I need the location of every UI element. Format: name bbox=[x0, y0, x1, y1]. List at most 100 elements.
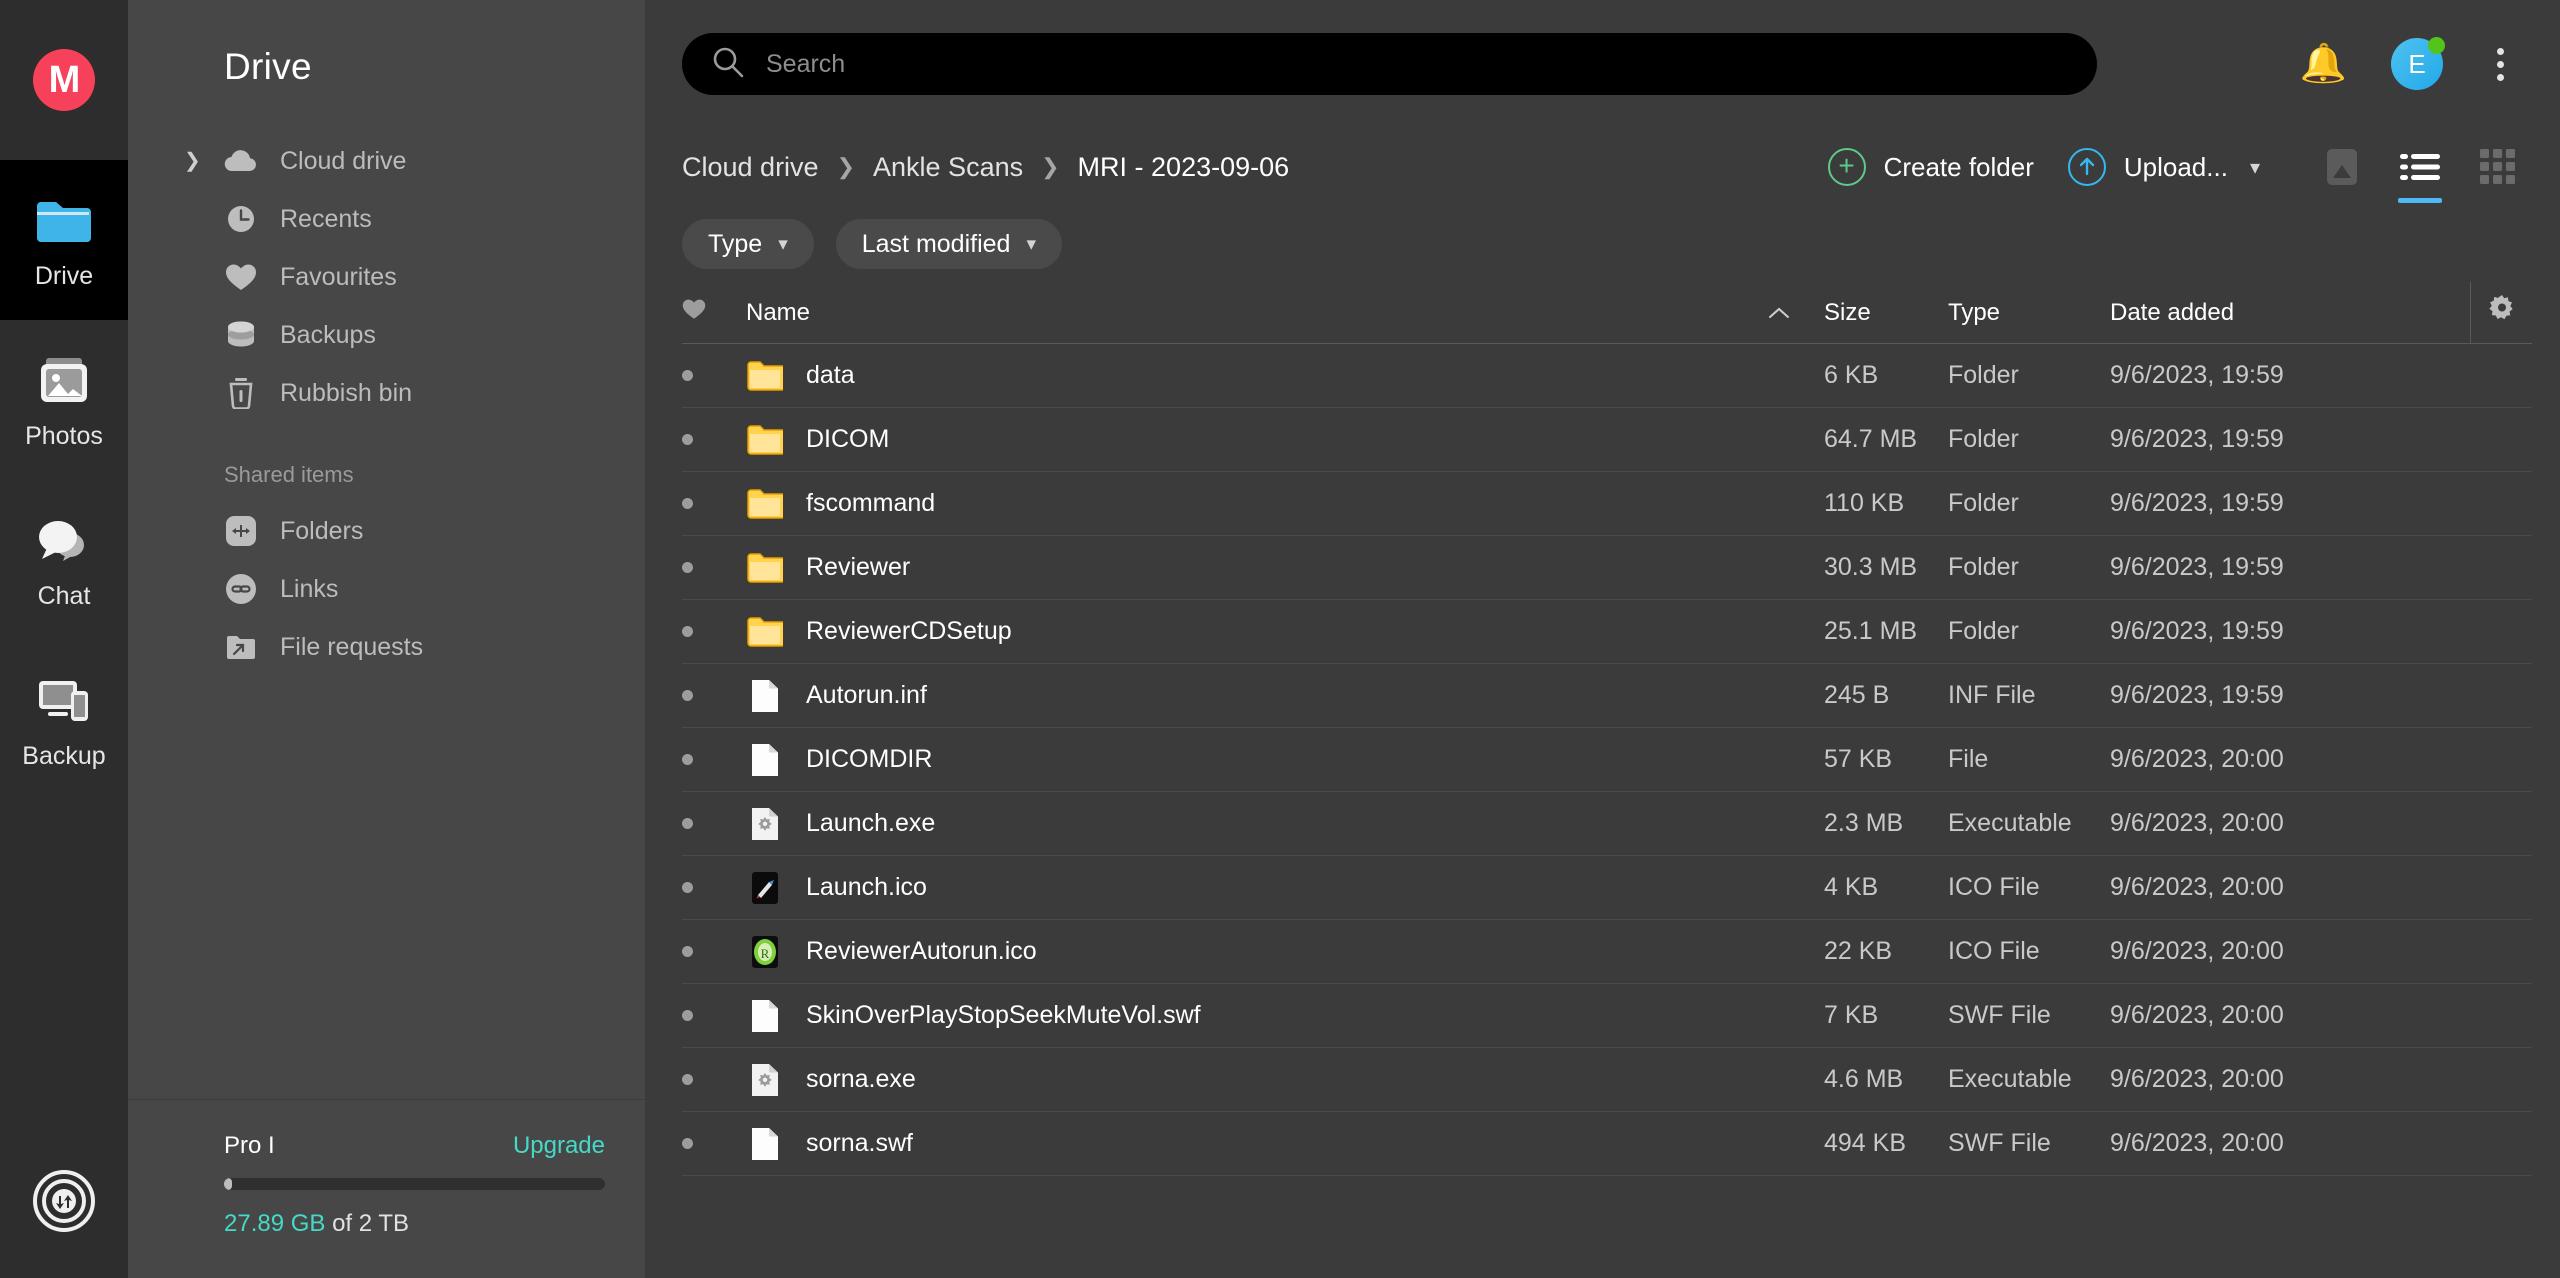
row-type: Folder bbox=[1948, 361, 2019, 389]
transfers-icon bbox=[33, 1169, 95, 1237]
table-row[interactable]: Launch.ico 4 KB ICO File 9/6/2023, 20:00 bbox=[682, 856, 2532, 920]
presence-indicator bbox=[2428, 37, 2445, 54]
plan-name: Pro I bbox=[224, 1132, 275, 1159]
search-bar[interactable] bbox=[682, 33, 2097, 95]
row-date: 9/6/2023, 20:00 bbox=[2110, 1065, 2284, 1093]
filter-last-modified[interactable]: Last modified ▾ bbox=[835, 219, 1062, 269]
chevron-down-icon[interactable]: ▾ bbox=[2250, 155, 2260, 180]
folder-icon bbox=[746, 356, 784, 396]
photos-icon bbox=[36, 350, 92, 412]
row-date: 9/6/2023, 20:00 bbox=[2110, 937, 2284, 965]
rail-item-label: Drive bbox=[34, 261, 94, 290]
chevron-right-icon[interactable]: ❯ bbox=[184, 151, 201, 171]
filter-type[interactable]: Type ▾ bbox=[682, 219, 814, 269]
table-row[interactable]: DICOM 64.7 MB Folder 9/6/2023, 19:59 bbox=[682, 408, 2532, 472]
transfers-button[interactable] bbox=[0, 1128, 128, 1278]
upload-button[interactable]: Upload... ▾ bbox=[2067, 148, 2260, 186]
row-favourite-toggle[interactable] bbox=[682, 690, 746, 701]
row-favourite-toggle[interactable] bbox=[682, 370, 746, 381]
sidebar-item-label: Folders bbox=[280, 516, 364, 545]
heart-icon bbox=[682, 298, 706, 327]
table-row[interactable]: SkinOverPlayStopSeekMuteVol.swf 7 KB SWF F… bbox=[682, 984, 2532, 1048]
column-name[interactable]: Name bbox=[746, 299, 1768, 327]
sidebar-item-shared-folders[interactable]: Folders bbox=[128, 502, 645, 560]
ico-reviewer-icon: R bbox=[746, 932, 784, 972]
column-type[interactable]: Type bbox=[1948, 299, 2110, 327]
row-favourite-toggle[interactable] bbox=[682, 1074, 746, 1085]
executable-file-icon bbox=[746, 1060, 784, 1100]
sidebar-item-recents[interactable]: Recents bbox=[128, 190, 645, 248]
rail-item-backup[interactable]: Backup bbox=[0, 640, 128, 800]
svg-text:R: R bbox=[761, 946, 770, 961]
table-settings-button[interactable] bbox=[2470, 282, 2532, 344]
table-row[interactable]: Reviewer 30.3 MB Folder 9/6/2023, 19:59 bbox=[682, 536, 2532, 600]
table-row[interactable]: fscommand 110 KB Folder 9/6/2023, 19:59 bbox=[682, 472, 2532, 536]
column-date-added[interactable]: Date added bbox=[2110, 299, 2470, 327]
list-view-icon[interactable] bbox=[2398, 145, 2442, 203]
rail-item-drive[interactable]: Drive bbox=[0, 160, 128, 320]
row-favourite-toggle[interactable] bbox=[682, 1138, 746, 1149]
row-favourite-toggle[interactable] bbox=[682, 498, 746, 509]
sidebar-item-label: Cloud drive bbox=[280, 146, 407, 175]
row-favourite-toggle[interactable] bbox=[682, 818, 746, 829]
sidebar-item-cloud-drive[interactable]: ❯ Cloud drive bbox=[128, 132, 645, 190]
row-size: 7 KB bbox=[1824, 1001, 1879, 1029]
mega-logo[interactable]: M bbox=[0, 0, 128, 160]
folder-icon bbox=[746, 484, 784, 524]
avatar[interactable]: E bbox=[2391, 37, 2445, 90]
row-type: Folder bbox=[1948, 425, 2019, 453]
table-row[interactable]: R ReviewerAutorun.ico 22 KB ICO File 9/6/202… bbox=[682, 920, 2532, 984]
chat-icon bbox=[35, 510, 93, 572]
sort-indicator[interactable] bbox=[1768, 306, 1824, 320]
sidebar-item-backups[interactable]: Backups bbox=[128, 306, 645, 364]
upload-label: Upload... bbox=[2123, 151, 2228, 182]
row-name-label: Launch.ico bbox=[806, 873, 927, 901]
upgrade-link[interactable]: Upgrade bbox=[513, 1132, 605, 1160]
file-request-icon bbox=[224, 630, 258, 664]
cloud-icon bbox=[224, 144, 258, 178]
row-favourite-toggle[interactable] bbox=[682, 946, 746, 957]
row-type: ICO File bbox=[1948, 937, 2040, 965]
table-row[interactable]: Autorun.inf 245 B INF File 9/6/2023, 19:59 bbox=[682, 664, 2532, 728]
table-row[interactable]: data 6 KB Folder 9/6/2023, 19:59 bbox=[682, 344, 2532, 408]
rail-item-chat[interactable]: Chat bbox=[0, 480, 128, 640]
table-body: data 6 KB Folder 9/6/2023, 19:59 DICOM 64.7 … bbox=[646, 344, 2560, 1176]
sidebar-item-favourites[interactable]: Favourites bbox=[128, 248, 645, 306]
media-view-icon[interactable] bbox=[2320, 145, 2364, 189]
sidebar-item-label: Backups bbox=[280, 320, 376, 349]
table-row[interactable]: DICOMDIR 57 KB File 9/6/2023, 20:00 bbox=[682, 728, 2532, 792]
bell-icon[interactable]: 🔔 bbox=[2300, 45, 2347, 83]
row-favourite-toggle[interactable] bbox=[682, 626, 746, 637]
search-input[interactable] bbox=[766, 49, 2067, 79]
row-size: 2.3 MB bbox=[1824, 809, 1904, 837]
create-folder-button[interactable]: + Create folder bbox=[1827, 148, 2034, 186]
row-favourite-toggle[interactable] bbox=[682, 754, 746, 765]
row-date: 9/6/2023, 19:59 bbox=[2110, 553, 2284, 581]
row-name: DICOM bbox=[746, 420, 1768, 460]
row-favourite-toggle[interactable] bbox=[682, 1010, 746, 1021]
sidebar-item-file-requests[interactable]: File requests bbox=[128, 618, 645, 676]
table-row[interactable]: Launch.exe 2.3 MB Executable 9/6/2023, 20:0… bbox=[682, 792, 2532, 856]
rail-item-photos[interactable]: Photos bbox=[0, 320, 128, 480]
table-row[interactable]: sorna.swf 494 KB SWF File 9/6/2023, 20:00 bbox=[682, 1112, 2532, 1176]
row-favourite-toggle[interactable] bbox=[682, 882, 746, 893]
breadcrumb: Cloud drive ❯ Ankle Scans ❯ MRI - 2023-0… bbox=[682, 152, 1289, 183]
dot-icon bbox=[682, 1074, 693, 1085]
row-favourite-toggle[interactable] bbox=[682, 434, 746, 445]
column-size[interactable]: Size bbox=[1824, 299, 1948, 327]
row-favourite-toggle[interactable] bbox=[682, 562, 746, 573]
row-size: 494 KB bbox=[1824, 1129, 1907, 1157]
table-row[interactable]: sorna.exe 4.6 MB Executable 9/6/2023, 20:00 bbox=[682, 1048, 2532, 1112]
sidebar-item-links[interactable]: Links bbox=[128, 560, 645, 618]
row-type: Executable bbox=[1948, 809, 2072, 837]
table-row[interactable]: ReviewerCDSetup 25.1 MB Folder 9/6/2023, 19… bbox=[682, 600, 2532, 664]
column-favourite[interactable] bbox=[682, 298, 746, 327]
sidebar-item-label: Rubbish bin bbox=[280, 378, 413, 407]
breadcrumb-item-0[interactable]: Cloud drive bbox=[682, 152, 819, 183]
breadcrumb-item-1[interactable]: Ankle Scans bbox=[873, 152, 1023, 183]
rail-item-label: Backup bbox=[22, 741, 106, 770]
sidebar-item-rubbish-bin[interactable]: Rubbish bin bbox=[128, 364, 645, 422]
kebab-menu-icon[interactable] bbox=[2487, 44, 2514, 85]
breadcrumb-item-2[interactable]: MRI - 2023-09-06 bbox=[1078, 152, 1290, 183]
grid-view-icon[interactable] bbox=[2476, 145, 2520, 189]
